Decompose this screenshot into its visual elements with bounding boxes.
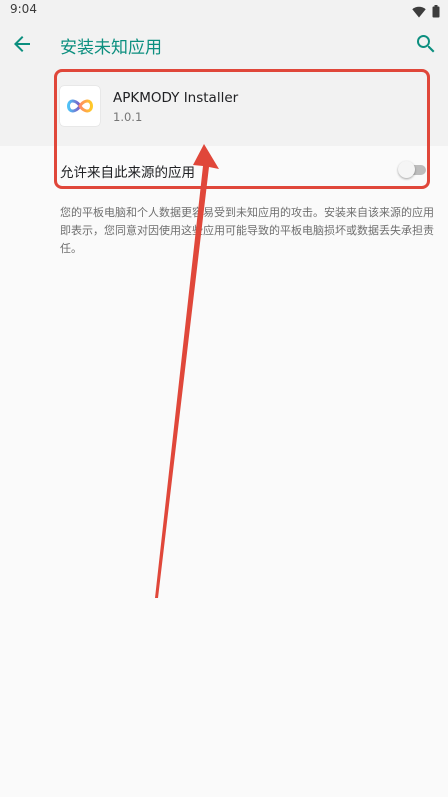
app-name: APKMODY Installer xyxy=(113,90,239,106)
status-time: 9:04 xyxy=(10,2,37,16)
search-icon xyxy=(417,35,435,53)
page-title: 安装未知应用 xyxy=(60,38,162,58)
app-info-header: APKMODY Installer 1.0.1 xyxy=(0,68,448,146)
allow-from-source-switch[interactable] xyxy=(398,160,426,180)
arrow-back-icon xyxy=(14,36,30,52)
back-button[interactable] xyxy=(10,32,34,56)
switch-thumb xyxy=(398,161,415,178)
search-button[interactable] xyxy=(414,32,438,56)
infinity-logo-icon xyxy=(67,99,93,113)
app-version: 1.0.1 xyxy=(113,110,143,124)
settings-screen: 9:04 安装未知应用 APKMODY Installer 1.0.1 允许来自… xyxy=(0,0,448,797)
app-bar: 安装未知应用 xyxy=(0,20,448,68)
allow-from-source-row[interactable]: 允许来自此来源的应用 xyxy=(0,146,448,192)
security-warning-text: 您的平板电脑和个人数据更容易受到未知应用的攻击。安装来自该来源的应用即表示，您同… xyxy=(60,206,434,255)
status-bar: 9:04 xyxy=(0,0,448,20)
allow-from-source-label: 允许来自此来源的应用 xyxy=(60,165,195,181)
app-icon xyxy=(60,86,100,126)
